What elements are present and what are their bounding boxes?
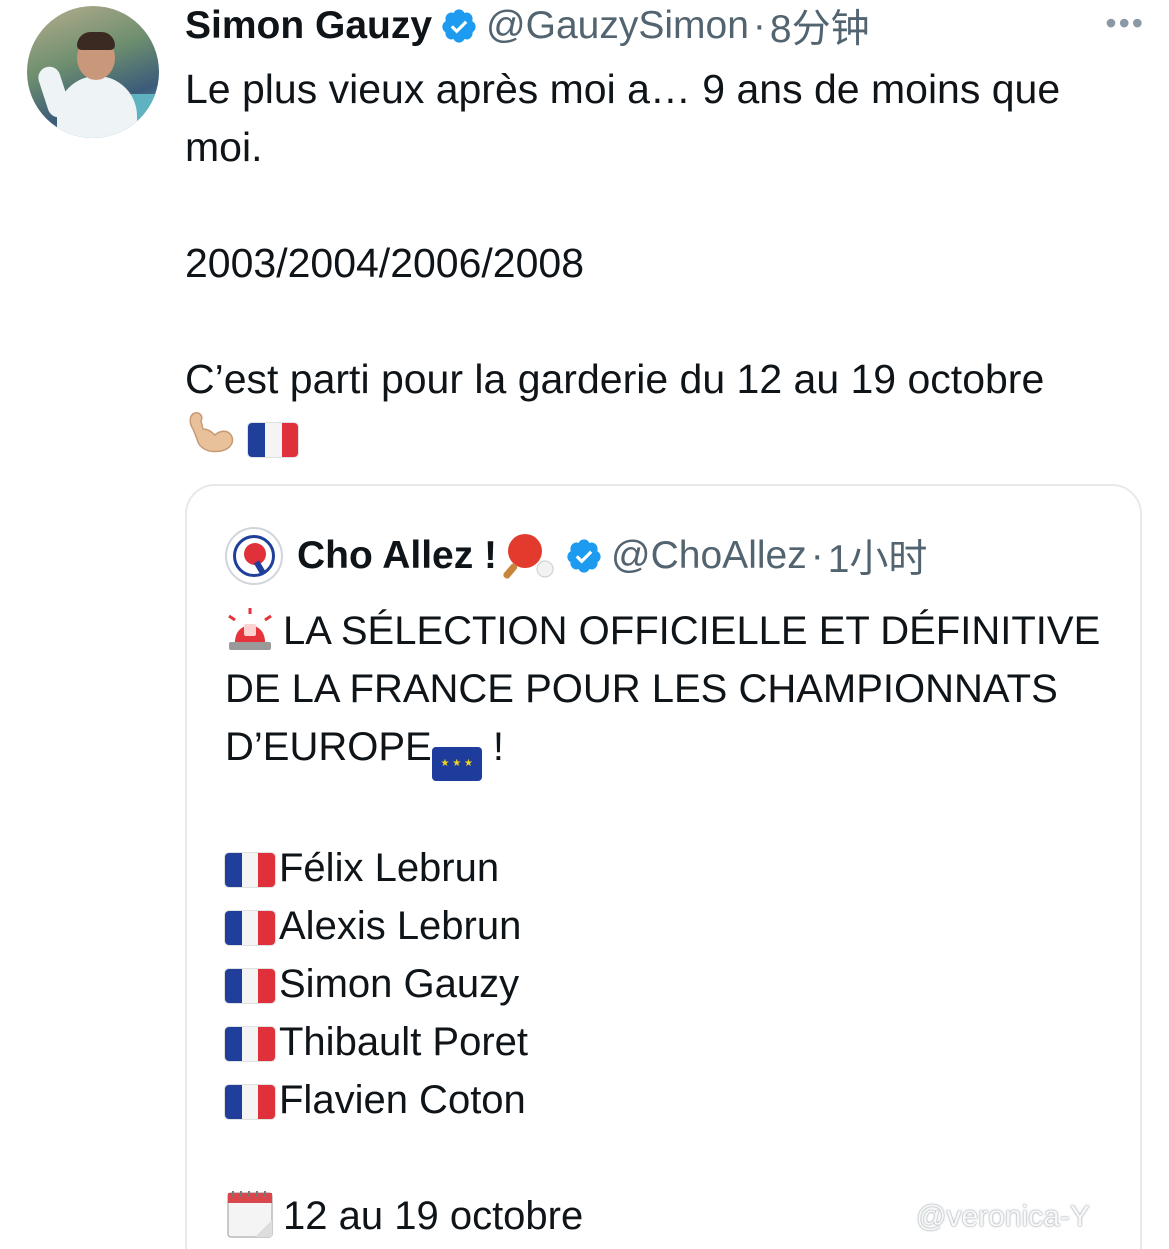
tweet-line: 2003/2004/2006/2008 (185, 240, 585, 286)
player-item: Félix Lebrun (225, 839, 1105, 897)
tweet-line: C’est parti pour la garderie du 12 au 19… (185, 356, 1045, 402)
player-item: Flavien Coton (225, 1071, 1105, 1129)
verified-badge-icon (442, 9, 476, 43)
flag-france-icon (225, 969, 275, 1003)
verified-badge-icon (567, 539, 601, 573)
tweet-timestamp[interactable]: 8分钟 (770, 0, 870, 54)
police-light-icon (228, 608, 272, 650)
player-name: Félix Lebrun (279, 846, 500, 890)
quoted-headline: LA SÉLECTION OFFICIELLE ET DÉFINITIVE DE… (225, 602, 1105, 781)
player-item: Alexis Lebrun (225, 897, 1105, 955)
quoted-tweet-timestamp[interactable]: 1小时 (828, 528, 928, 584)
flag-eu-icon: ★ ★ ★ (431, 747, 482, 781)
separator-dot: · (752, 4, 766, 47)
more-options-icon[interactable]: ••• (1105, 7, 1145, 39)
quoted-author-handle[interactable]: @ChoAllez (611, 534, 807, 578)
player-name: Alexis Lebrun (279, 904, 522, 948)
weibo-watermark: @veronica-Y (872, 1200, 1090, 1234)
tweet-header: Simon Gauzy @GauzySimon · 8分钟 (185, 2, 870, 51)
flag-france-icon (225, 1085, 275, 1119)
flag-france-icon (225, 911, 275, 945)
player-name: Thibault Poret (279, 1020, 529, 1064)
quoted-author-name[interactable]: Cho Allez ! (297, 534, 497, 578)
player-name: Simon Gauzy (279, 962, 520, 1006)
flag-france-icon (248, 423, 299, 457)
quoted-tweet-card[interactable]: Cho Allez ! @ChoAllez · 1小时 LA SÉLECTION… (185, 484, 1142, 1249)
player-name: Flavien Coton (279, 1078, 526, 1122)
flexed-biceps-icon (189, 412, 234, 453)
tweet-emoji-line (185, 408, 1135, 466)
weibo-logo-icon (872, 1202, 911, 1234)
player-item: Thibault Poret (225, 1013, 1105, 1071)
dates-text: 12 au 19 octobre (283, 1194, 584, 1238)
watermark-text: @veronica-Y (916, 1200, 1090, 1233)
ping-pong-icon (503, 534, 554, 579)
quoted-headline-suffix: ! (481, 725, 504, 769)
author-avatar[interactable] (27, 6, 159, 138)
quoted-headline-text: LA SÉLECTION OFFICIELLE ET DÉFINITIVE DE… (225, 609, 1101, 769)
tweet-line: Le plus vieux après moi a… 9 ans de moin… (185, 66, 1061, 170)
flag-france-icon (225, 853, 275, 887)
flag-france-icon (225, 1027, 275, 1061)
player-item: Simon Gauzy (225, 955, 1105, 1013)
quoted-tweet-header: Cho Allez ! @ChoAllez · 1小时 (225, 526, 927, 586)
quoted-tweet-text: LA SÉLECTION OFFICIELLE ET DÉFINITIVE DE… (225, 602, 1105, 1245)
calendar-icon (227, 1191, 273, 1238)
author-name[interactable]: Simon Gauzy (185, 4, 432, 48)
tweet-text: Le plus vieux après moi a… 9 ans de moin… (185, 60, 1135, 466)
separator-dot: · (810, 534, 824, 577)
author-handle[interactable]: @GauzySimon (486, 4, 749, 48)
quoted-author-avatar[interactable] (225, 527, 283, 585)
